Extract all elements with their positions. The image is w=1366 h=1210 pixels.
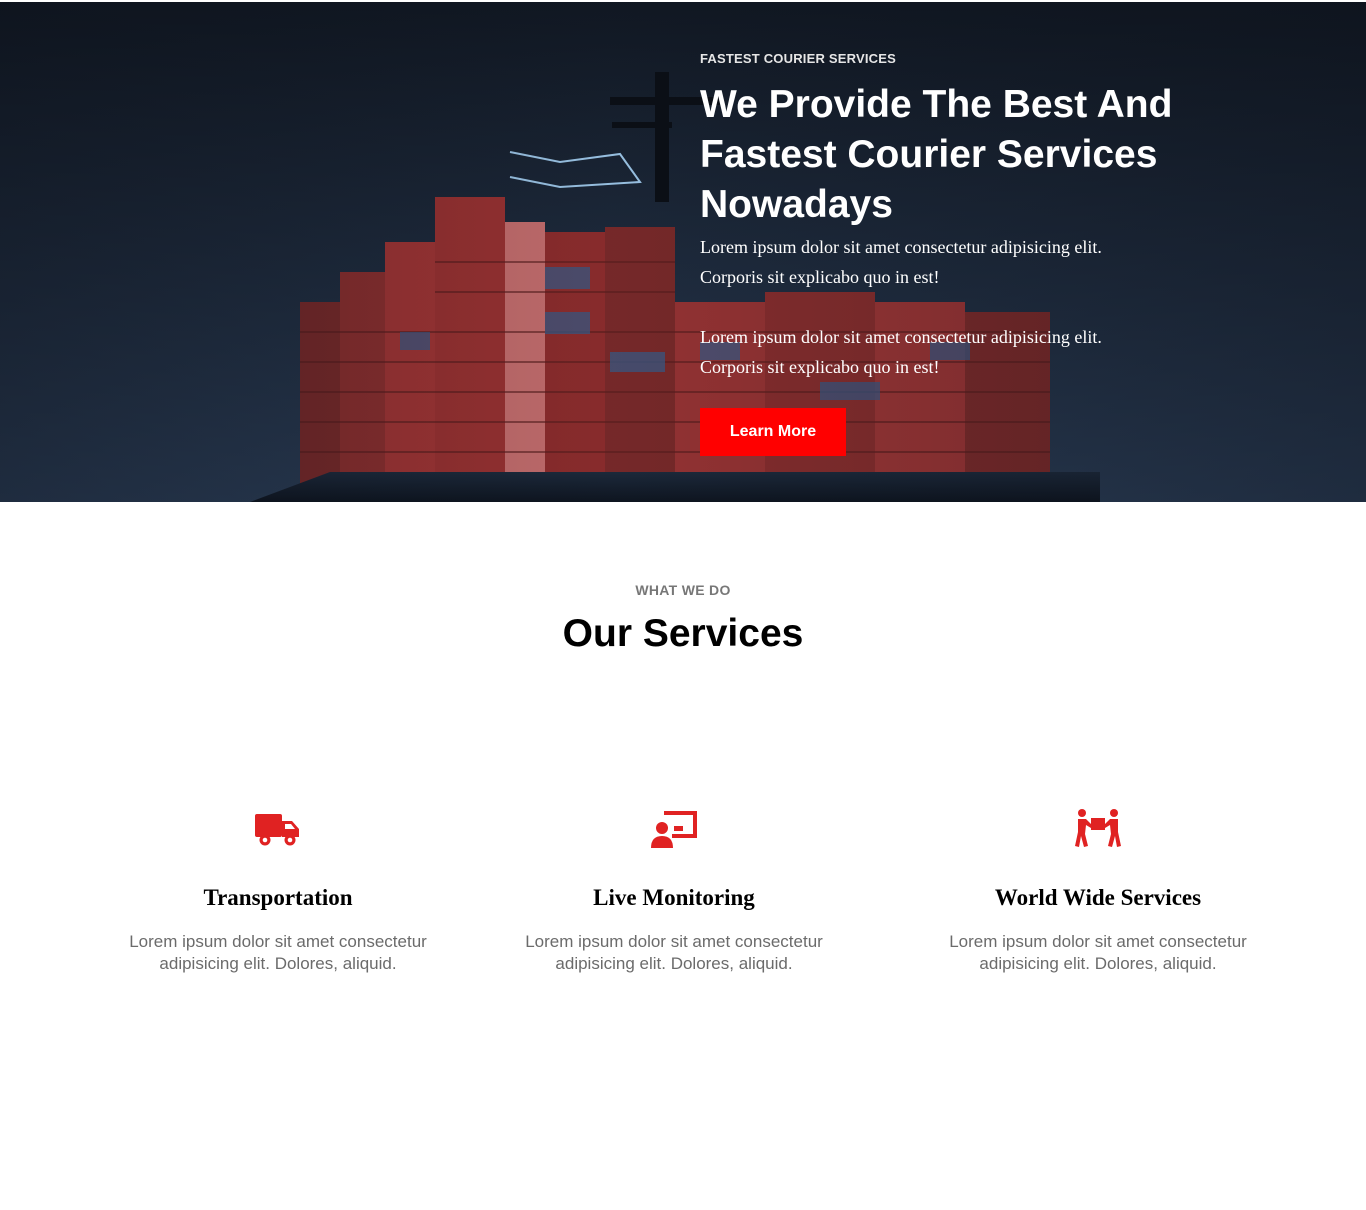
service-description: Lorem ipsum dolor sit amet consectetur a… bbox=[129, 932, 427, 973]
section-kicker: WHAT WE DO bbox=[635, 582, 731, 598]
presenter-monitor-icon bbox=[651, 811, 697, 848]
service-title: World Wide Services bbox=[994, 885, 1202, 910]
service-card-live-monitoring: Live Monitoring Lorem ipsum dolor sit am… bbox=[494, 808, 854, 975]
service-title: Live Monitoring bbox=[593, 885, 755, 910]
hero-title: We Provide The Best And Fastest Courier … bbox=[700, 83, 1173, 226]
people-carry-box-icon bbox=[1075, 809, 1121, 847]
hero-paragraph: Lorem ipsum dolor sit amet consectetur a… bbox=[700, 327, 1102, 377]
truck-icon bbox=[255, 814, 299, 846]
service-description: Lorem ipsum dolor sit amet consectetur a… bbox=[525, 932, 823, 973]
hero-section: FASTEST COURIER SERVICES We Provide The … bbox=[0, 2, 1366, 502]
section-title: Our Services bbox=[562, 612, 804, 655]
services-header: WHAT WE DO Our Services bbox=[0, 582, 1366, 656]
learn-more-button[interactable]: Learn More bbox=[700, 408, 846, 456]
hero-content: FASTEST COURIER SERVICES We Provide The … bbox=[700, 51, 1220, 456]
hero-paragraph: Lorem ipsum dolor sit amet consectetur a… bbox=[700, 237, 1102, 287]
service-title: Transportation bbox=[203, 885, 353, 910]
service-description: Lorem ipsum dolor sit amet consectetur a… bbox=[949, 932, 1247, 973]
service-card-transportation: Transportation Lorem ipsum dolor sit ame… bbox=[98, 808, 458, 975]
hero-eyebrow: FASTEST COURIER SERVICES bbox=[700, 51, 896, 66]
service-card-world-wide: World Wide Services Lorem ipsum dolor si… bbox=[918, 808, 1278, 975]
